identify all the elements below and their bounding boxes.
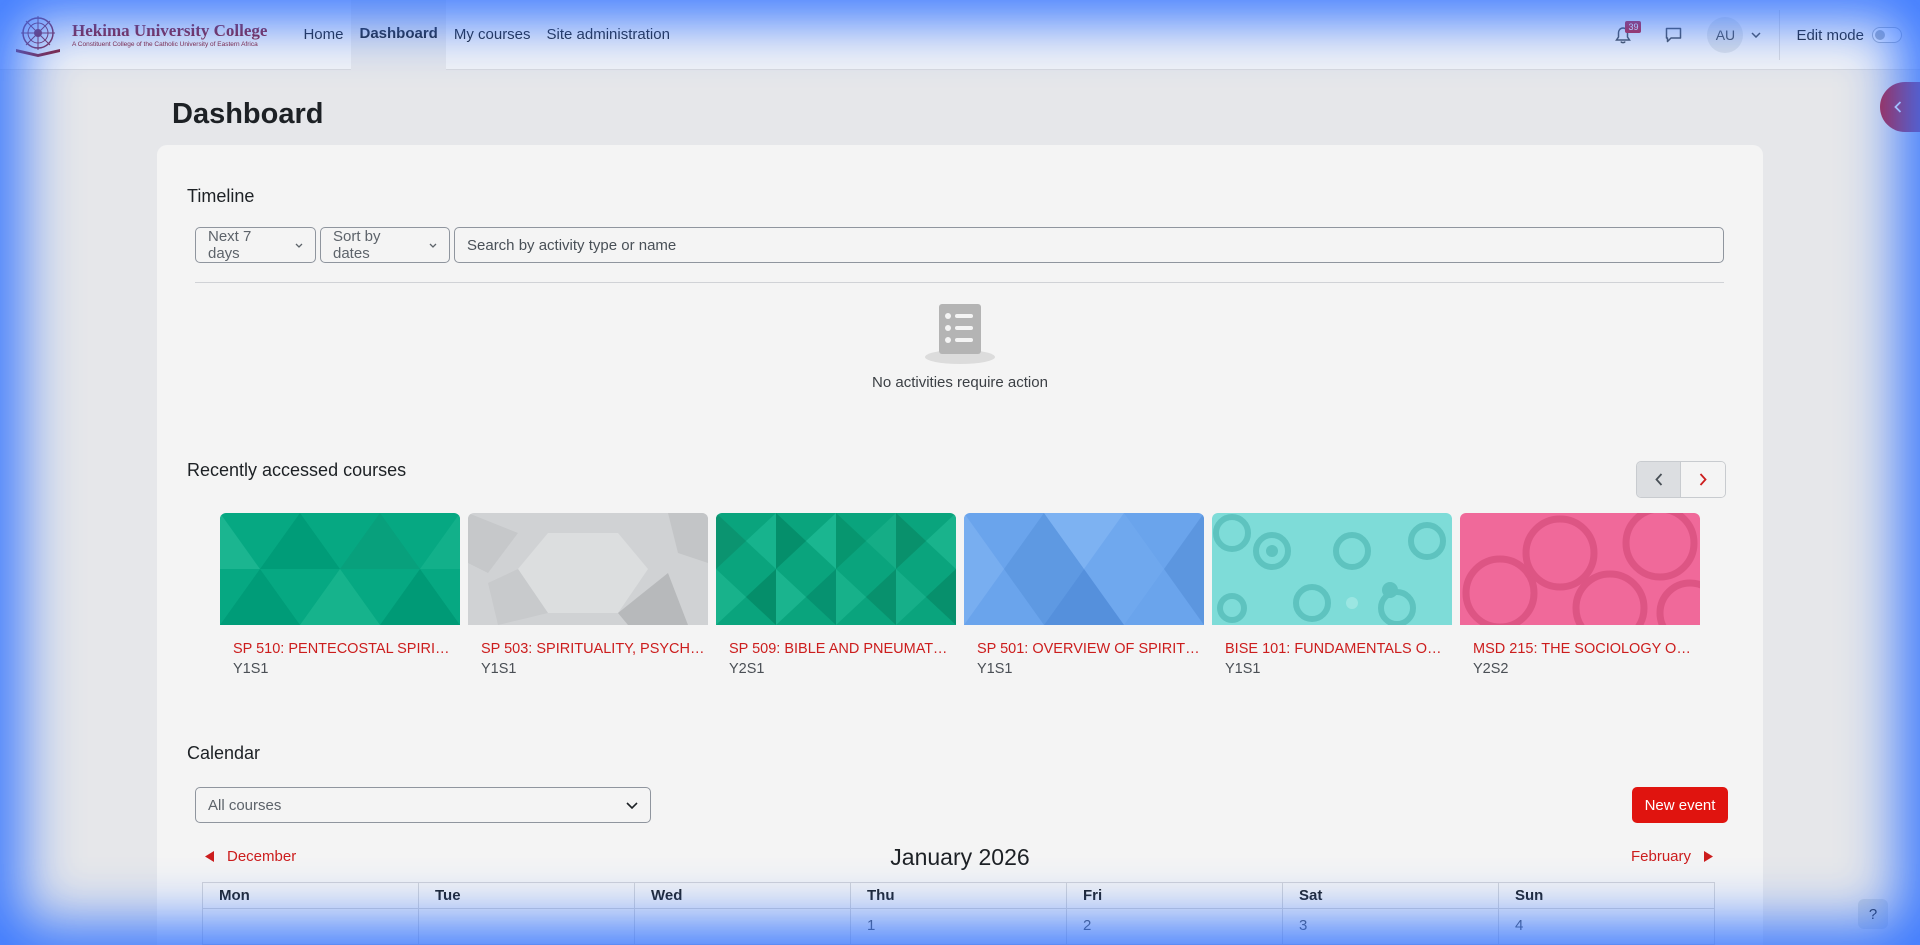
calendar-day-cell[interactable]: 2 xyxy=(1066,908,1283,945)
chevron-down-icon xyxy=(626,801,638,809)
course-image[interactable] xyxy=(1460,513,1700,625)
nav-site-administration[interactable]: Site administration xyxy=(539,0,678,70)
triangle-left-icon xyxy=(205,851,214,862)
weekday-header: Fri xyxy=(1066,882,1283,909)
top-navbar: Hekima University College A Constituent … xyxy=(0,0,1920,70)
navbar-divider xyxy=(1779,10,1781,60)
previous-page-button[interactable] xyxy=(1637,462,1681,497)
triangle-right-icon xyxy=(1704,851,1714,862)
nav-home[interactable]: Home xyxy=(295,0,351,70)
course-category: Y1S1 xyxy=(1225,661,1261,677)
timeline-search-input[interactable] xyxy=(454,227,1724,263)
weekday-header: Sat xyxy=(1282,882,1499,909)
course-category: Y1S1 xyxy=(977,661,1013,677)
calendar-day-cell[interactable]: 3 xyxy=(1282,908,1499,945)
chevron-left-icon xyxy=(1894,101,1902,113)
course-card[interactable]: SP 509: BIBLE AND PNEUMATOLOGY Y2S1 xyxy=(716,513,956,677)
timeline-empty-message: No activities require action xyxy=(872,374,1048,391)
course-image[interactable] xyxy=(468,513,708,625)
calendar-course-filter[interactable]: All courses xyxy=(195,787,651,823)
chevron-right-icon xyxy=(1699,473,1707,486)
open-block-drawer-button[interactable] xyxy=(1880,82,1920,132)
chat-bubble-icon xyxy=(1665,27,1682,43)
next-month-link[interactable]: February xyxy=(1631,848,1714,865)
calendar-heading: Calendar xyxy=(187,743,261,763)
timeline-sort-dropdown[interactable]: Sort by dates xyxy=(320,227,450,263)
page-title: Dashboard xyxy=(172,98,324,130)
college-logo-icon xyxy=(12,13,64,57)
course-image[interactable] xyxy=(964,513,1204,625)
weekday-header: Sun xyxy=(1498,882,1715,909)
course-image[interactable] xyxy=(220,513,460,625)
timeline-sort-label: Sort by dates xyxy=(333,228,381,262)
user-menu-toggle[interactable]: AU xyxy=(1707,17,1761,53)
recent-courses-pager xyxy=(1636,461,1726,498)
timeline-range-dropdown[interactable]: Next 7 days xyxy=(195,227,316,263)
course-name-link[interactable]: MSD 215: THE SOCIOLOGY OF MISSION xyxy=(1473,641,1698,657)
course-name-link[interactable]: SP 503: SPIRITUALITY, PSYCHOLOGY xyxy=(481,641,706,657)
previous-month-label: December xyxy=(227,848,297,865)
next-month-label: February xyxy=(1631,848,1692,865)
edit-mode-switch[interactable] xyxy=(1872,27,1902,43)
empty-activities-icon xyxy=(925,304,995,364)
course-image[interactable] xyxy=(1212,513,1452,625)
calendar-course-filter-label: All courses xyxy=(208,796,282,814)
notifications-button[interactable]: 39 xyxy=(1603,15,1643,55)
course-card[interactable]: SP 503: SPIRITUALITY, PSYCHOLOGY Y1S1 xyxy=(468,513,708,677)
calendar-day-cell xyxy=(634,908,851,945)
timeline-heading: Timeline xyxy=(187,186,255,206)
timeline-range-label: Next 7 days xyxy=(208,228,252,262)
weekday-header: Mon xyxy=(202,882,419,909)
primary-navigation: Home Dashboard My courses Site administr… xyxy=(295,0,677,70)
course-category: Y2S1 xyxy=(729,661,765,677)
recent-courses-heading: Recently accessed courses xyxy=(187,460,407,480)
chevron-down-icon xyxy=(429,243,437,248)
weekday-header: Wed xyxy=(634,882,851,909)
chevron-down-icon xyxy=(1751,32,1761,38)
weekday-header: Tue xyxy=(418,882,635,909)
new-event-button[interactable]: New event xyxy=(1632,787,1728,823)
edit-mode-label: Edit mode xyxy=(1796,26,1864,44)
brand[interactable]: Hekima University College A Constituent … xyxy=(12,0,267,70)
calendar-month-grid: Mon Tue Wed Thu Fri Sat Sun 1 2 3 4 xyxy=(202,882,1715,945)
course-name-link[interactable]: SP 501: OVERVIEW OF SPIRITUALITY xyxy=(977,641,1202,657)
calendar-day-cell[interactable]: 4 xyxy=(1498,908,1715,945)
dashboard-blocks-card: Timeline Next 7 days Sort by dates No ac… xyxy=(157,145,1763,945)
course-category: Y2S2 xyxy=(1473,661,1509,677)
calendar-week-row: 1 2 3 4 xyxy=(202,908,1715,945)
course-card[interactable]: SP 510: PENTECOSTAL SPIRITUALITY Y1S1 xyxy=(220,513,460,677)
help-button[interactable]: ? xyxy=(1858,899,1888,929)
brand-subtitle: A Constituent College of the Catholic Un… xyxy=(72,40,258,48)
calendar-day-cell[interactable]: 1 xyxy=(850,908,1067,945)
edit-mode-control: Edit mode xyxy=(1796,27,1902,44)
chevron-down-icon xyxy=(295,243,303,248)
previous-month-link[interactable]: December xyxy=(205,848,296,865)
course-name-link[interactable]: SP 510: PENTECOSTAL SPIRITUALITY xyxy=(233,641,458,657)
course-category: Y1S1 xyxy=(481,661,517,677)
course-card[interactable]: BISE 101: FUNDAMENTALS OF BIBLICAL STUDI… xyxy=(1212,513,1452,677)
nav-my-courses[interactable]: My courses xyxy=(446,0,539,70)
course-name-link[interactable]: BISE 101: FUNDAMENTALS OF BIBLICAL STUDI… xyxy=(1225,641,1450,657)
brand-name: Hekima University College xyxy=(72,20,268,40)
messages-button[interactable] xyxy=(1653,15,1693,55)
course-category: Y1S1 xyxy=(233,661,269,677)
nav-dashboard[interactable]: Dashboard xyxy=(351,0,446,70)
course-card[interactable]: SP 501: OVERVIEW OF SPIRITUALITY Y1S1 xyxy=(964,513,1204,677)
calendar-day-cell xyxy=(418,908,635,945)
chevron-left-icon xyxy=(1654,473,1662,486)
notification-count-badge: 39 xyxy=(1625,21,1642,33)
avatar: AU xyxy=(1707,17,1744,53)
calendar-current-month: January 2026 xyxy=(890,844,1030,870)
next-page-button[interactable] xyxy=(1681,462,1725,497)
course-card[interactable]: MSD 215: THE SOCIOLOGY OF MISSION Y2S2 xyxy=(1460,513,1700,677)
weekday-header: Thu xyxy=(850,882,1067,909)
calendar-day-cell xyxy=(202,908,419,945)
course-image[interactable] xyxy=(716,513,956,625)
course-name-link[interactable]: SP 509: BIBLE AND PNEUMATOLOGY xyxy=(729,641,954,657)
timeline-divider xyxy=(195,282,1724,283)
